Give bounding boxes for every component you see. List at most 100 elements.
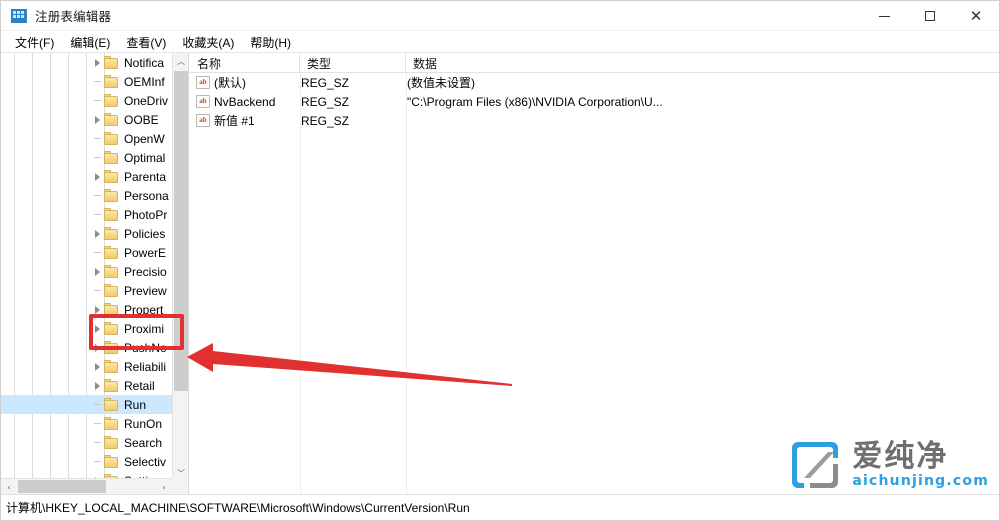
tree-expander[interactable]	[90, 376, 104, 395]
tree-node-label: Search	[124, 435, 163, 450]
tree-node-search[interactable]: Search	[1, 433, 172, 452]
tree-node-proximi[interactable]: Proximi	[1, 319, 172, 338]
folder-icon	[104, 208, 119, 221]
tree-node-photopr[interactable]: PhotoPr	[1, 205, 172, 224]
chevron-right-icon[interactable]	[94, 229, 100, 238]
folder-icon	[104, 455, 119, 468]
tree-indent	[1, 357, 104, 376]
registry-editor-window: 注册表编辑器 ✕ 文件(F) 编辑(E) 查看(V) 收藏夹(A) 帮助(H)	[0, 0, 1000, 521]
chevron-right-icon[interactable]	[94, 115, 100, 124]
tree-node-notifica[interactable]: Notifica	[1, 53, 172, 72]
tree-node-pushno[interactable]: PushNo	[1, 338, 172, 357]
tree-node-onedriv[interactable]: OneDriv	[1, 91, 172, 110]
menu-file[interactable]: 文件(F)	[7, 32, 62, 53]
chevron-right-icon[interactable]	[94, 362, 100, 371]
chevron-right-icon[interactable]	[94, 381, 100, 390]
tree-hscroll-thumb[interactable]	[18, 480, 106, 493]
registry-tree[interactable]: Notifica OEMInf OneDriv OOBE OpenW Optimal Par…	[1, 53, 172, 481]
chevron-right-icon[interactable]	[94, 343, 100, 352]
value-name-cell: ab NvBackend	[190, 95, 300, 109]
menu-favorites[interactable]: 收藏夹(A)	[174, 32, 242, 53]
column-divider	[406, 73, 407, 494]
tree-node-retail[interactable]: Retail	[1, 376, 172, 395]
minimize-icon	[878, 15, 890, 17]
column-header-type[interactable]: 类型	[300, 53, 406, 73]
chevron-right-icon[interactable]	[94, 267, 100, 276]
tree-expander[interactable]	[90, 110, 104, 129]
tree-node-optimal[interactable]: Optimal	[1, 148, 172, 167]
tree-expander[interactable]	[90, 338, 104, 357]
scroll-left-icon[interactable]: ‹	[1, 479, 17, 494]
minimize-button[interactable]	[861, 1, 907, 31]
registry-tree-pane: Notifica OEMInf OneDriv OOBE OpenW Optimal Par…	[1, 53, 189, 494]
tree-node-selectiv[interactable]: Selectiv	[1, 452, 172, 471]
folder-icon	[104, 246, 119, 259]
tree-node-oobe[interactable]: OOBE	[1, 110, 172, 129]
folder-icon	[104, 379, 119, 392]
tree-leaf-marker	[90, 414, 104, 433]
menu-edit[interactable]: 编辑(E)	[62, 32, 118, 53]
tree-vertical-scrollbar[interactable]: ︿ ﹀	[172, 53, 188, 481]
scroll-up-icon[interactable]: ︿	[173, 53, 188, 69]
tree-node-run[interactable]: Run	[1, 395, 172, 414]
tree-node-label: Run	[124, 397, 147, 412]
tree-indent	[1, 186, 104, 205]
tree-expander[interactable]	[90, 319, 104, 338]
tree-node-runon[interactable]: RunOn	[1, 414, 172, 433]
tree-node-persona[interactable]: Persona	[1, 186, 172, 205]
tree-line-icon	[93, 404, 101, 405]
folder-icon	[104, 341, 119, 354]
folder-icon	[104, 398, 119, 411]
tree-node-openw[interactable]: OpenW	[1, 129, 172, 148]
tree-expander[interactable]	[90, 53, 104, 72]
tree-node-precisio[interactable]: Precisio	[1, 262, 172, 281]
watermark-text: 爱纯净 aichunjing.com	[852, 441, 989, 489]
tree-line-icon	[93, 157, 101, 158]
table-row[interactable]: ab (默认) REG_SZ (数值未设置)	[190, 73, 999, 92]
tree-scroll-thumb[interactable]	[174, 71, 188, 391]
tree-node-label: Reliabili	[124, 359, 167, 374]
tree-expander[interactable]	[90, 357, 104, 376]
table-row[interactable]: ab 新值 #1 REG_SZ	[190, 111, 999, 130]
chevron-right-icon[interactable]	[94, 324, 100, 333]
tree-node-powere[interactable]: PowerE	[1, 243, 172, 262]
menu-help[interactable]: 帮助(H)	[242, 32, 299, 53]
tree-node-oeminf[interactable]: OEMInf	[1, 72, 172, 91]
table-row[interactable]: ab NvBackend REG_SZ "C:\Program Files (x86)…	[190, 92, 999, 111]
registry-editor-icon	[11, 8, 27, 24]
chevron-right-icon[interactable]	[94, 172, 100, 181]
tree-line-icon	[93, 214, 101, 215]
folder-icon	[104, 417, 119, 430]
column-header-name[interactable]: 名称	[190, 53, 300, 73]
close-icon: ✕	[969, 6, 983, 25]
menu-view[interactable]: 查看(V)	[118, 32, 174, 53]
column-header-data[interactable]: 数据	[406, 53, 999, 73]
scrollbar-corner	[172, 478, 188, 494]
tree-expander[interactable]	[90, 224, 104, 243]
tree-node-reliabili[interactable]: Reliabili	[1, 357, 172, 376]
tree-indent	[1, 452, 104, 471]
tree-expander[interactable]	[90, 300, 104, 319]
close-button[interactable]: ✕	[953, 1, 999, 31]
value-name: (默认)	[214, 76, 246, 90]
menu-bar: 文件(F) 编辑(E) 查看(V) 收藏夹(A) 帮助(H)	[1, 32, 999, 53]
chevron-right-icon[interactable]	[94, 58, 100, 67]
tree-line-icon	[93, 442, 101, 443]
tree-expander[interactable]	[90, 262, 104, 281]
tree-node-label: Notifica	[124, 55, 165, 70]
tree-horizontal-scrollbar[interactable]: ‹ ›	[1, 478, 172, 494]
tree-node-propert[interactable]: Propert	[1, 300, 172, 319]
tree-line-icon	[93, 138, 101, 139]
tree-indent	[1, 433, 104, 452]
tree-line-icon	[93, 290, 101, 291]
tree-node-preview[interactable]: Preview	[1, 281, 172, 300]
tree-node-parenta[interactable]: Parenta	[1, 167, 172, 186]
tree-indent	[1, 129, 104, 148]
tree-node-policies[interactable]: Policies	[1, 224, 172, 243]
tree-leaf-marker	[90, 452, 104, 471]
maximize-button[interactable]	[907, 1, 953, 31]
tree-expander[interactable]	[90, 167, 104, 186]
chevron-right-icon[interactable]	[94, 305, 100, 314]
scroll-right-icon[interactable]: ›	[156, 479, 172, 494]
tree-line-icon	[93, 252, 101, 253]
